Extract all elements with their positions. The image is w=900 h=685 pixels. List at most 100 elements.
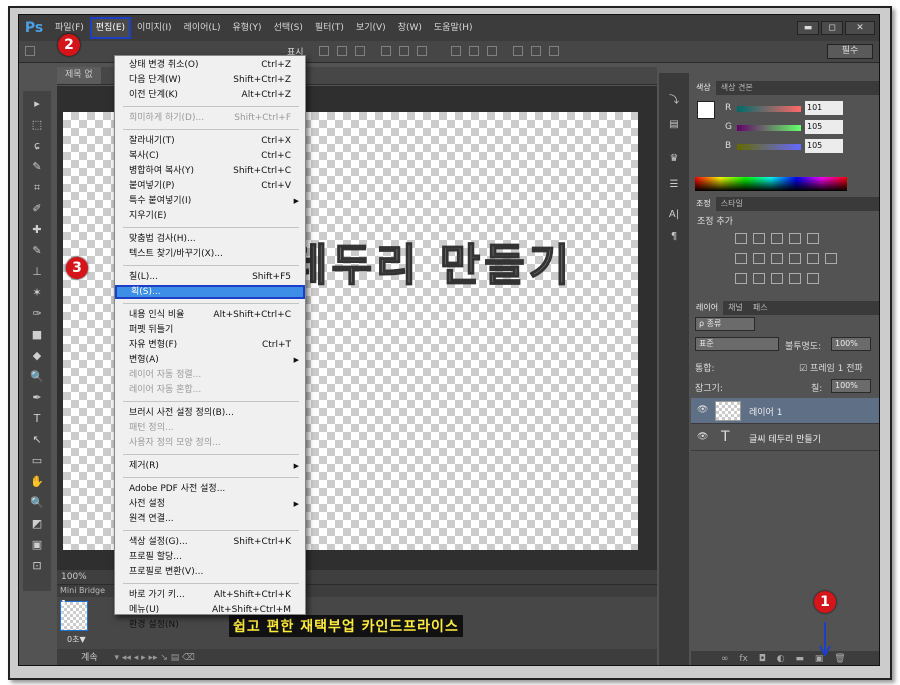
dodge-tool-icon[interactable]: 🔍	[27, 368, 47, 386]
workspace-button[interactable]: 필수	[827, 44, 873, 59]
blur-tool-icon[interactable]: ◆	[27, 347, 47, 365]
brush-icon[interactable]: ♛	[666, 153, 682, 167]
distribute-middle-icon[interactable]	[469, 46, 479, 56]
align-left-icon[interactable]	[381, 46, 391, 56]
lasso-tool-icon[interactable]: ɕ	[27, 137, 47, 155]
align-right-icon[interactable]	[417, 46, 427, 56]
menu-item-4[interactable]: 유형(Y)	[226, 15, 267, 41]
edit-menu-item[interactable]: 지우기(E)	[115, 209, 305, 223]
edit-menu-item[interactable]: 내용 인식 비율 Alt+Shift+Ctrl+C	[115, 308, 305, 322]
edit-menu-item[interactable]: 메뉴(U) Alt+Shift+Ctrl+M	[115, 603, 305, 617]
photo-filter-icon[interactable]	[789, 253, 801, 264]
edit-menu-item[interactable]: 이전 단계(K) Alt+Ctrl+Z	[115, 88, 305, 102]
history-brush-tool-icon[interactable]: ✶	[27, 284, 47, 302]
tab-layers[interactable]: 레이어	[691, 301, 724, 315]
eye-icon[interactable]: 👁	[697, 432, 708, 442]
edit-menu-item[interactable]: 칠(L)... Shift+F5	[115, 270, 305, 284]
invert-icon[interactable]	[735, 273, 747, 284]
edit-menu-item[interactable]: 획(S)...	[115, 285, 305, 299]
tab-channels[interactable]: 채널	[723, 301, 748, 315]
close-button[interactable]: ✕	[845, 21, 875, 35]
red-slider[interactable]	[737, 106, 801, 112]
edit-menu-item[interactable]: 환경 설정(N) ▶	[115, 618, 305, 632]
document-tab[interactable]: 제목 없	[57, 67, 101, 84]
distribute-left-icon[interactable]	[513, 46, 523, 56]
menu-item-7[interactable]: 보기(V)	[350, 15, 392, 41]
zoom-tool-icon[interactable]: 🔍	[27, 494, 47, 512]
fx-icon[interactable]: fx	[739, 654, 748, 664]
color-swap-tool-icon[interactable]: ◩	[27, 515, 47, 533]
exposure-icon[interactable]	[789, 233, 801, 244]
edit-menu-item[interactable]: 브러시 사전 설정 정의(B)...	[115, 406, 305, 420]
tab-paths[interactable]: 패스	[748, 301, 773, 315]
edit-menu-item[interactable]: 사전 설정 ▶	[115, 497, 305, 511]
vibrance-icon[interactable]	[807, 233, 819, 244]
menu-item-3[interactable]: 레이어(L)	[178, 15, 227, 41]
tab-color[interactable]: 색상	[691, 81, 716, 95]
foreground-color-swatch[interactable]	[697, 101, 715, 119]
align-top-icon[interactable]	[319, 46, 329, 56]
edit-menu-item[interactable]: 제거(R) ▶	[115, 459, 305, 473]
brush-tool-icon[interactable]: ✎	[27, 242, 47, 260]
color-spectrum[interactable]	[695, 177, 847, 191]
eye-icon[interactable]: 👁	[697, 405, 708, 415]
tab-adjustments[interactable]: 조정	[691, 197, 716, 211]
edit-menu-item[interactable]: 특수 붙여넣기(I) ▶	[115, 194, 305, 208]
edit-menu-item[interactable]: 붙여넣기(P) Ctrl+V	[115, 179, 305, 193]
distribute-top-icon[interactable]	[451, 46, 461, 56]
frame-delay[interactable]: 0초▼	[67, 634, 86, 645]
threshold-icon[interactable]	[771, 273, 783, 284]
edit-menu-item[interactable]: 퍼펫 뒤틀기	[115, 323, 305, 337]
menu-item-2[interactable]: 이미지(I)	[131, 15, 178, 41]
quick-select-tool-icon[interactable]: ✎	[27, 158, 47, 176]
delete-layer-icon[interactable]: 🗑	[834, 654, 845, 664]
blue-slider[interactable]	[737, 144, 801, 150]
edit-menu-item[interactable]: 프로필로 변환(V)...	[115, 565, 305, 579]
new-group-icon[interactable]: ▬	[795, 654, 804, 664]
gradient-tool-icon[interactable]: ■	[27, 326, 47, 344]
link-layers-icon[interactable]: ∞	[721, 654, 729, 664]
layer-row-text[interactable]: 👁 T 글씨 테두리 만들기	[691, 425, 879, 451]
edit-menu-item[interactable]: 잘라내기(T) Ctrl+X	[115, 134, 305, 148]
brightness-icon[interactable]	[735, 233, 747, 244]
propagate-frame-checkbox[interactable]: ☑ 프레임 1 전파	[799, 361, 863, 374]
lookup-icon[interactable]	[825, 253, 837, 264]
menu-item-6[interactable]: 필터(T)	[309, 15, 350, 41]
align-middle-icon[interactable]	[337, 46, 347, 56]
distribute-bottom-icon[interactable]	[487, 46, 497, 56]
edit-menu-item[interactable]: 색상 설정(G)... Shift+Ctrl+K	[115, 535, 305, 549]
crop-tool-icon[interactable]: ⌗	[27, 179, 47, 197]
edit-menu-item[interactable]: 자유 변형(F) Ctrl+T	[115, 338, 305, 352]
edit-menu-item[interactable]: 다음 단계(W) Shift+Ctrl+Z	[115, 73, 305, 87]
layer-row-raster[interactable]: 👁 레이어 1	[691, 398, 879, 424]
hue-icon[interactable]	[735, 253, 747, 264]
balance-icon[interactable]	[753, 253, 765, 264]
distribute-right-icon[interactable]	[549, 46, 559, 56]
levels-icon[interactable]	[753, 233, 765, 244]
edit-menu-item[interactable]: 맞춤법 검사(H)...	[115, 232, 305, 246]
eyedropper-tool-icon[interactable]: ✐	[27, 200, 47, 218]
green-value[interactable]: 105	[805, 120, 843, 134]
edit-menu-item[interactable]: 병합하여 복사(Y) Shift+Ctrl+C	[115, 164, 305, 178]
menu-item-1[interactable]: 편집(E)	[89, 17, 132, 39]
screen-mode-tool-icon[interactable]: ⊡	[27, 557, 47, 575]
edit-menu-item[interactable]: Adobe PDF 사전 설정...	[115, 482, 305, 496]
menu-item-5[interactable]: 선택(S)	[268, 15, 309, 41]
move-tool-icon[interactable]	[25, 46, 35, 56]
type-tool-icon[interactable]: T	[27, 410, 47, 428]
eraser-tool-icon[interactable]: ✑	[27, 305, 47, 323]
red-value[interactable]: 101	[805, 101, 843, 115]
layer-kind-filter[interactable]: ρ 종류	[695, 317, 755, 331]
healing-tool-icon[interactable]: ✚	[27, 221, 47, 239]
menu-item-9[interactable]: 도움말(H)	[428, 15, 479, 41]
selective-color-icon[interactable]	[807, 273, 819, 284]
edit-menu-item[interactable]: 변형(A) ▶	[115, 353, 305, 367]
playback-icons[interactable]: ▾ ◂◂ ◂ ▸ ▸▸ ↘ ▤ ⌫	[114, 653, 194, 663]
shape-tool-icon[interactable]: ▭	[27, 452, 47, 470]
marquee-tool-icon[interactable]: ⬚	[27, 116, 47, 134]
curves-icon[interactable]	[771, 233, 783, 244]
stamp-tool-icon[interactable]: ⊥	[27, 263, 47, 281]
character-icon[interactable]: A|	[666, 209, 682, 223]
edit-menu-item[interactable]: 상태 변경 취소(O) Ctrl+Z	[115, 58, 305, 72]
tab-swatches[interactable]: 색상 견본	[716, 81, 758, 95]
